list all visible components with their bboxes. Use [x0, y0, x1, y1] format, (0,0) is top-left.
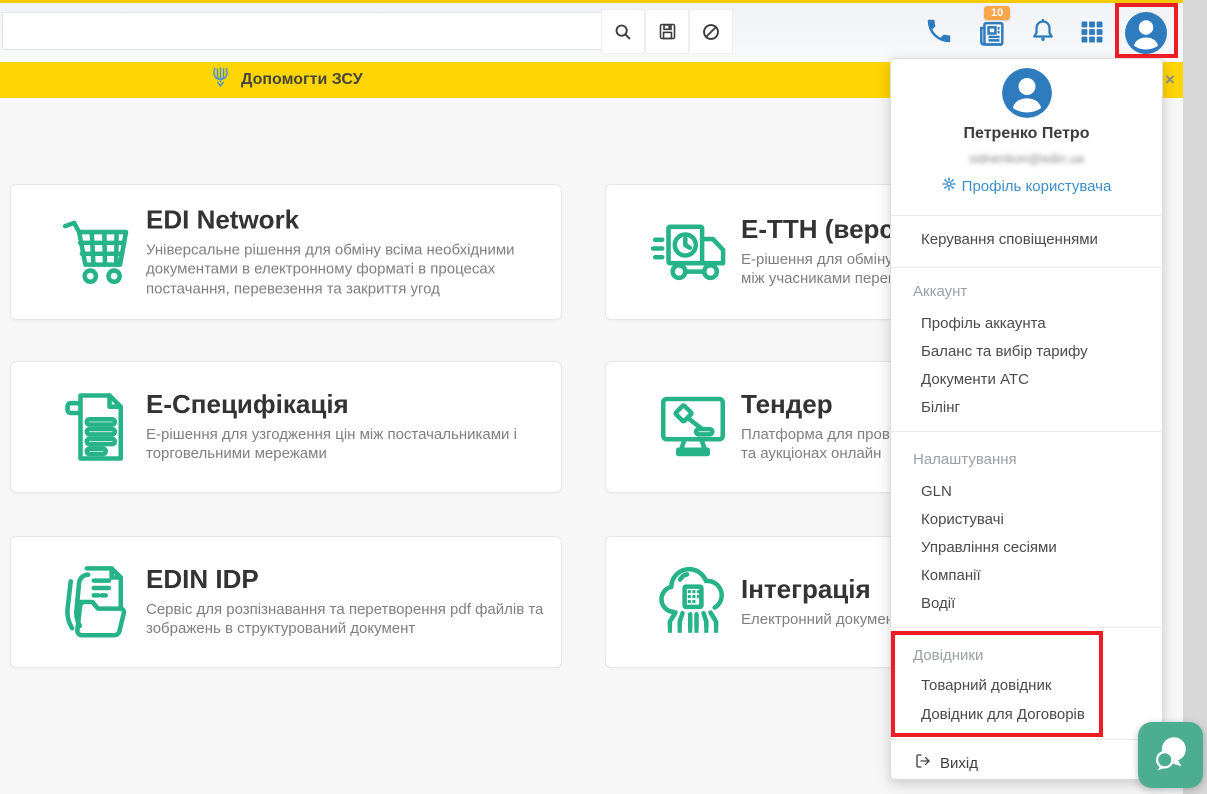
logout-icon	[915, 753, 931, 773]
news-button[interactable]	[974, 17, 1010, 50]
phone-button[interactable]	[924, 16, 954, 46]
card-title: Е-Специфікація	[146, 390, 546, 420]
logout-label: Вихід	[940, 755, 978, 772]
user-name: Петренко Петро	[891, 125, 1162, 143]
phone-icon	[924, 16, 954, 46]
news-badge: 10	[984, 6, 1010, 20]
save-icon	[657, 21, 678, 42]
menu-item-users[interactable]: Користувачі	[921, 511, 1004, 528]
card-edin-idp[interactable]: EDIN IDP Сервіс для розпізнавання та пер…	[10, 536, 562, 668]
card-description: Сервіс для розпізнавання та перетворення…	[146, 600, 546, 639]
apps-button[interactable]	[1078, 18, 1106, 46]
search-icon	[612, 21, 634, 43]
search-button[interactable]	[601, 9, 645, 54]
divider	[891, 215, 1162, 216]
news-icon	[974, 17, 1010, 50]
menu-item-contracts-directory[interactable]: Довідник для Договорів	[921, 706, 1085, 723]
apps-grid-icon	[1078, 18, 1106, 46]
user-avatar-icon	[1124, 42, 1168, 59]
card-especification[interactable]: Е-Специфікація Е-рішення для узгодження …	[10, 361, 562, 493]
chat-bubbles-icon	[1148, 730, 1194, 781]
banner-close-button[interactable]: ×	[1160, 62, 1180, 98]
section-header-directories: Довідники	[913, 647, 983, 664]
search-input[interactable]	[2, 12, 618, 50]
user-dropdown-menu: Петренко Петро sidnenkon@edin.ua Профіль…	[890, 58, 1163, 780]
menu-item-billing[interactable]: Білінг	[921, 399, 960, 416]
top-header-bar: 10	[0, 3, 1183, 62]
truck-icon	[651, 210, 735, 294]
user-profile-link[interactable]: Профіль користувача	[891, 177, 1162, 195]
divider	[891, 627, 1162, 628]
section-header-account: Аккаунт	[913, 283, 967, 300]
banner-label: Допомогти ЗСУ	[241, 71, 363, 89]
card-description: Універсальне рішення для обміну всіма не…	[146, 240, 546, 299]
bell-icon	[1028, 16, 1058, 48]
menu-item-atc-documents[interactable]: Документи АТС	[921, 371, 1029, 388]
menu-item-product-directory[interactable]: Товарний довідник	[921, 677, 1051, 694]
menu-item-drivers[interactable]: Водії	[921, 595, 955, 612]
chat-widget-button[interactable]	[1138, 722, 1203, 788]
divider	[891, 739, 1162, 740]
section-header-settings: Налаштування	[913, 451, 1017, 468]
page: 10 Допомогти ЗСУ × EDI Network Універсал…	[0, 0, 1207, 794]
user-avatar-button[interactable]	[1124, 11, 1168, 55]
spec-document-icon	[56, 385, 140, 469]
cancel-button[interactable]	[689, 9, 733, 54]
idp-folder-icon	[56, 560, 140, 644]
save-button[interactable]	[645, 9, 689, 54]
menu-item-balance-tariff[interactable]: Баланс та вибір тарифу	[921, 343, 1088, 360]
card-edi-network[interactable]: EDI Network Універсальне рішення для обм…	[10, 184, 562, 320]
menu-item-notifications[interactable]: Керування сповіщеннями	[921, 231, 1098, 248]
menu-item-gln[interactable]: GLN	[921, 483, 952, 500]
right-gray-column	[1183, 0, 1207, 794]
card-description: Е-рішення для узгодження цін між постача…	[146, 425, 546, 464]
tender-monitor-icon	[651, 385, 735, 469]
tryzub-icon	[210, 65, 231, 96]
card-title: EDIN IDP	[146, 565, 546, 595]
divider	[891, 431, 1162, 432]
logout-button[interactable]: Вихід	[915, 753, 978, 773]
user-email: sidnenkon@edin.ua	[891, 151, 1162, 166]
menu-item-account-profile[interactable]: Профіль аккаунта	[921, 315, 1046, 332]
divider	[891, 267, 1162, 268]
menu-item-companies[interactable]: Компанії	[921, 567, 981, 584]
integration-cloud-icon	[651, 560, 735, 644]
cart-icon	[56, 210, 140, 294]
dropdown-avatar-icon	[1001, 67, 1053, 119]
cancel-icon	[700, 21, 722, 43]
notifications-button[interactable]	[1028, 16, 1058, 48]
gear-icon	[942, 177, 956, 195]
user-profile-link-label: Профіль користувача	[962, 178, 1112, 195]
card-title: EDI Network	[146, 205, 546, 235]
menu-item-sessions[interactable]: Управління сесіями	[921, 539, 1057, 556]
